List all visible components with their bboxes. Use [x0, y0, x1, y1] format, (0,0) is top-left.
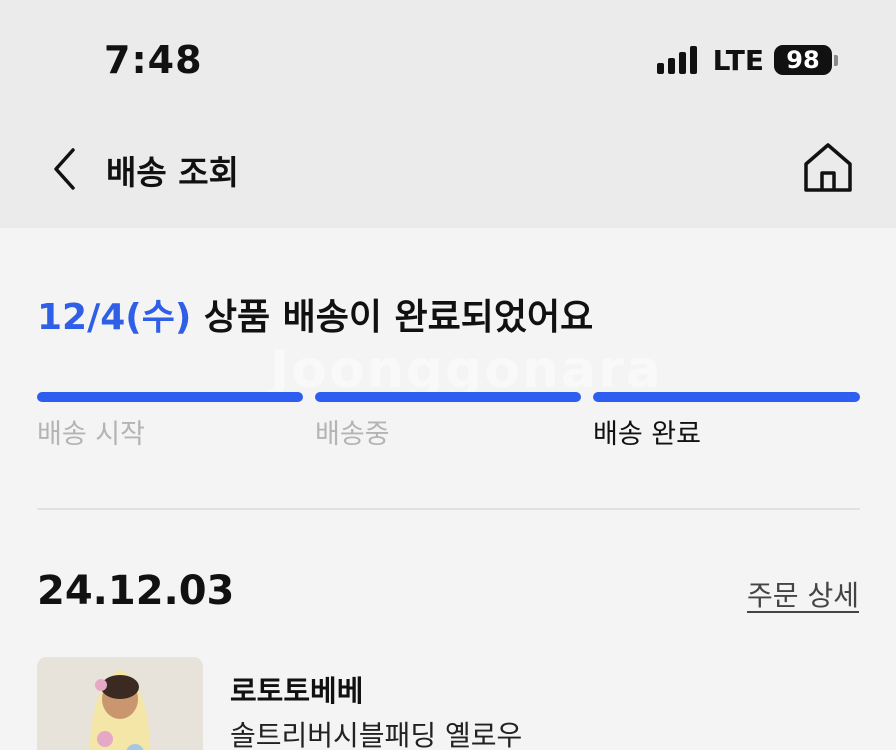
- page-title: 배송 조회: [106, 153, 239, 192]
- divider: [37, 508, 860, 510]
- progress-segment-shipping: [315, 392, 581, 402]
- watermark: Joonggonara: [270, 340, 663, 400]
- product-brand: 로토토베베: [230, 674, 364, 708]
- delivery-progress: [37, 392, 860, 402]
- step-label-shipping: 배송중: [315, 419, 390, 450]
- step-label-done: 배송 완료: [593, 419, 701, 450]
- product-image[interactable]: [37, 657, 203, 750]
- product-name[interactable]: 솔트리버시블패딩 옐로우: [230, 714, 522, 750]
- network-type: LTE: [712, 43, 764, 77]
- status-time: 7:48: [104, 38, 203, 82]
- status-bar: 7:48 LTE 98: [0, 0, 896, 122]
- delivery-headline: 12/4(수) 상품 배송이 완료되었어요: [37, 288, 593, 340]
- battery-level: 98: [774, 45, 832, 75]
- order-detail-link[interactable]: 주문 상세: [747, 574, 859, 614]
- delivery-date: 12/4(수): [37, 297, 192, 338]
- signal-icon: [656, 46, 697, 74]
- nav-bar: 배송 조회: [0, 122, 896, 228]
- battery-icon: 98: [774, 45, 838, 75]
- chevron-left-icon: [54, 148, 75, 190]
- progress-segment-start: [37, 392, 303, 402]
- status-indicators: LTE 98: [656, 42, 838, 78]
- order-date: 24.12.03: [37, 568, 235, 614]
- home-button[interactable]: [800, 140, 856, 196]
- delivery-status-text: 상품 배송이 완료되었어요: [191, 297, 594, 338]
- step-label-start: 배송 시작: [37, 419, 145, 450]
- progress-segment-done: [593, 392, 860, 402]
- home-icon: [804, 143, 852, 192]
- back-button[interactable]: [46, 144, 86, 194]
- content: 12/4(수) 상품 배송이 완료되었어요 Joonggonara 배송 시작 …: [0, 228, 896, 750]
